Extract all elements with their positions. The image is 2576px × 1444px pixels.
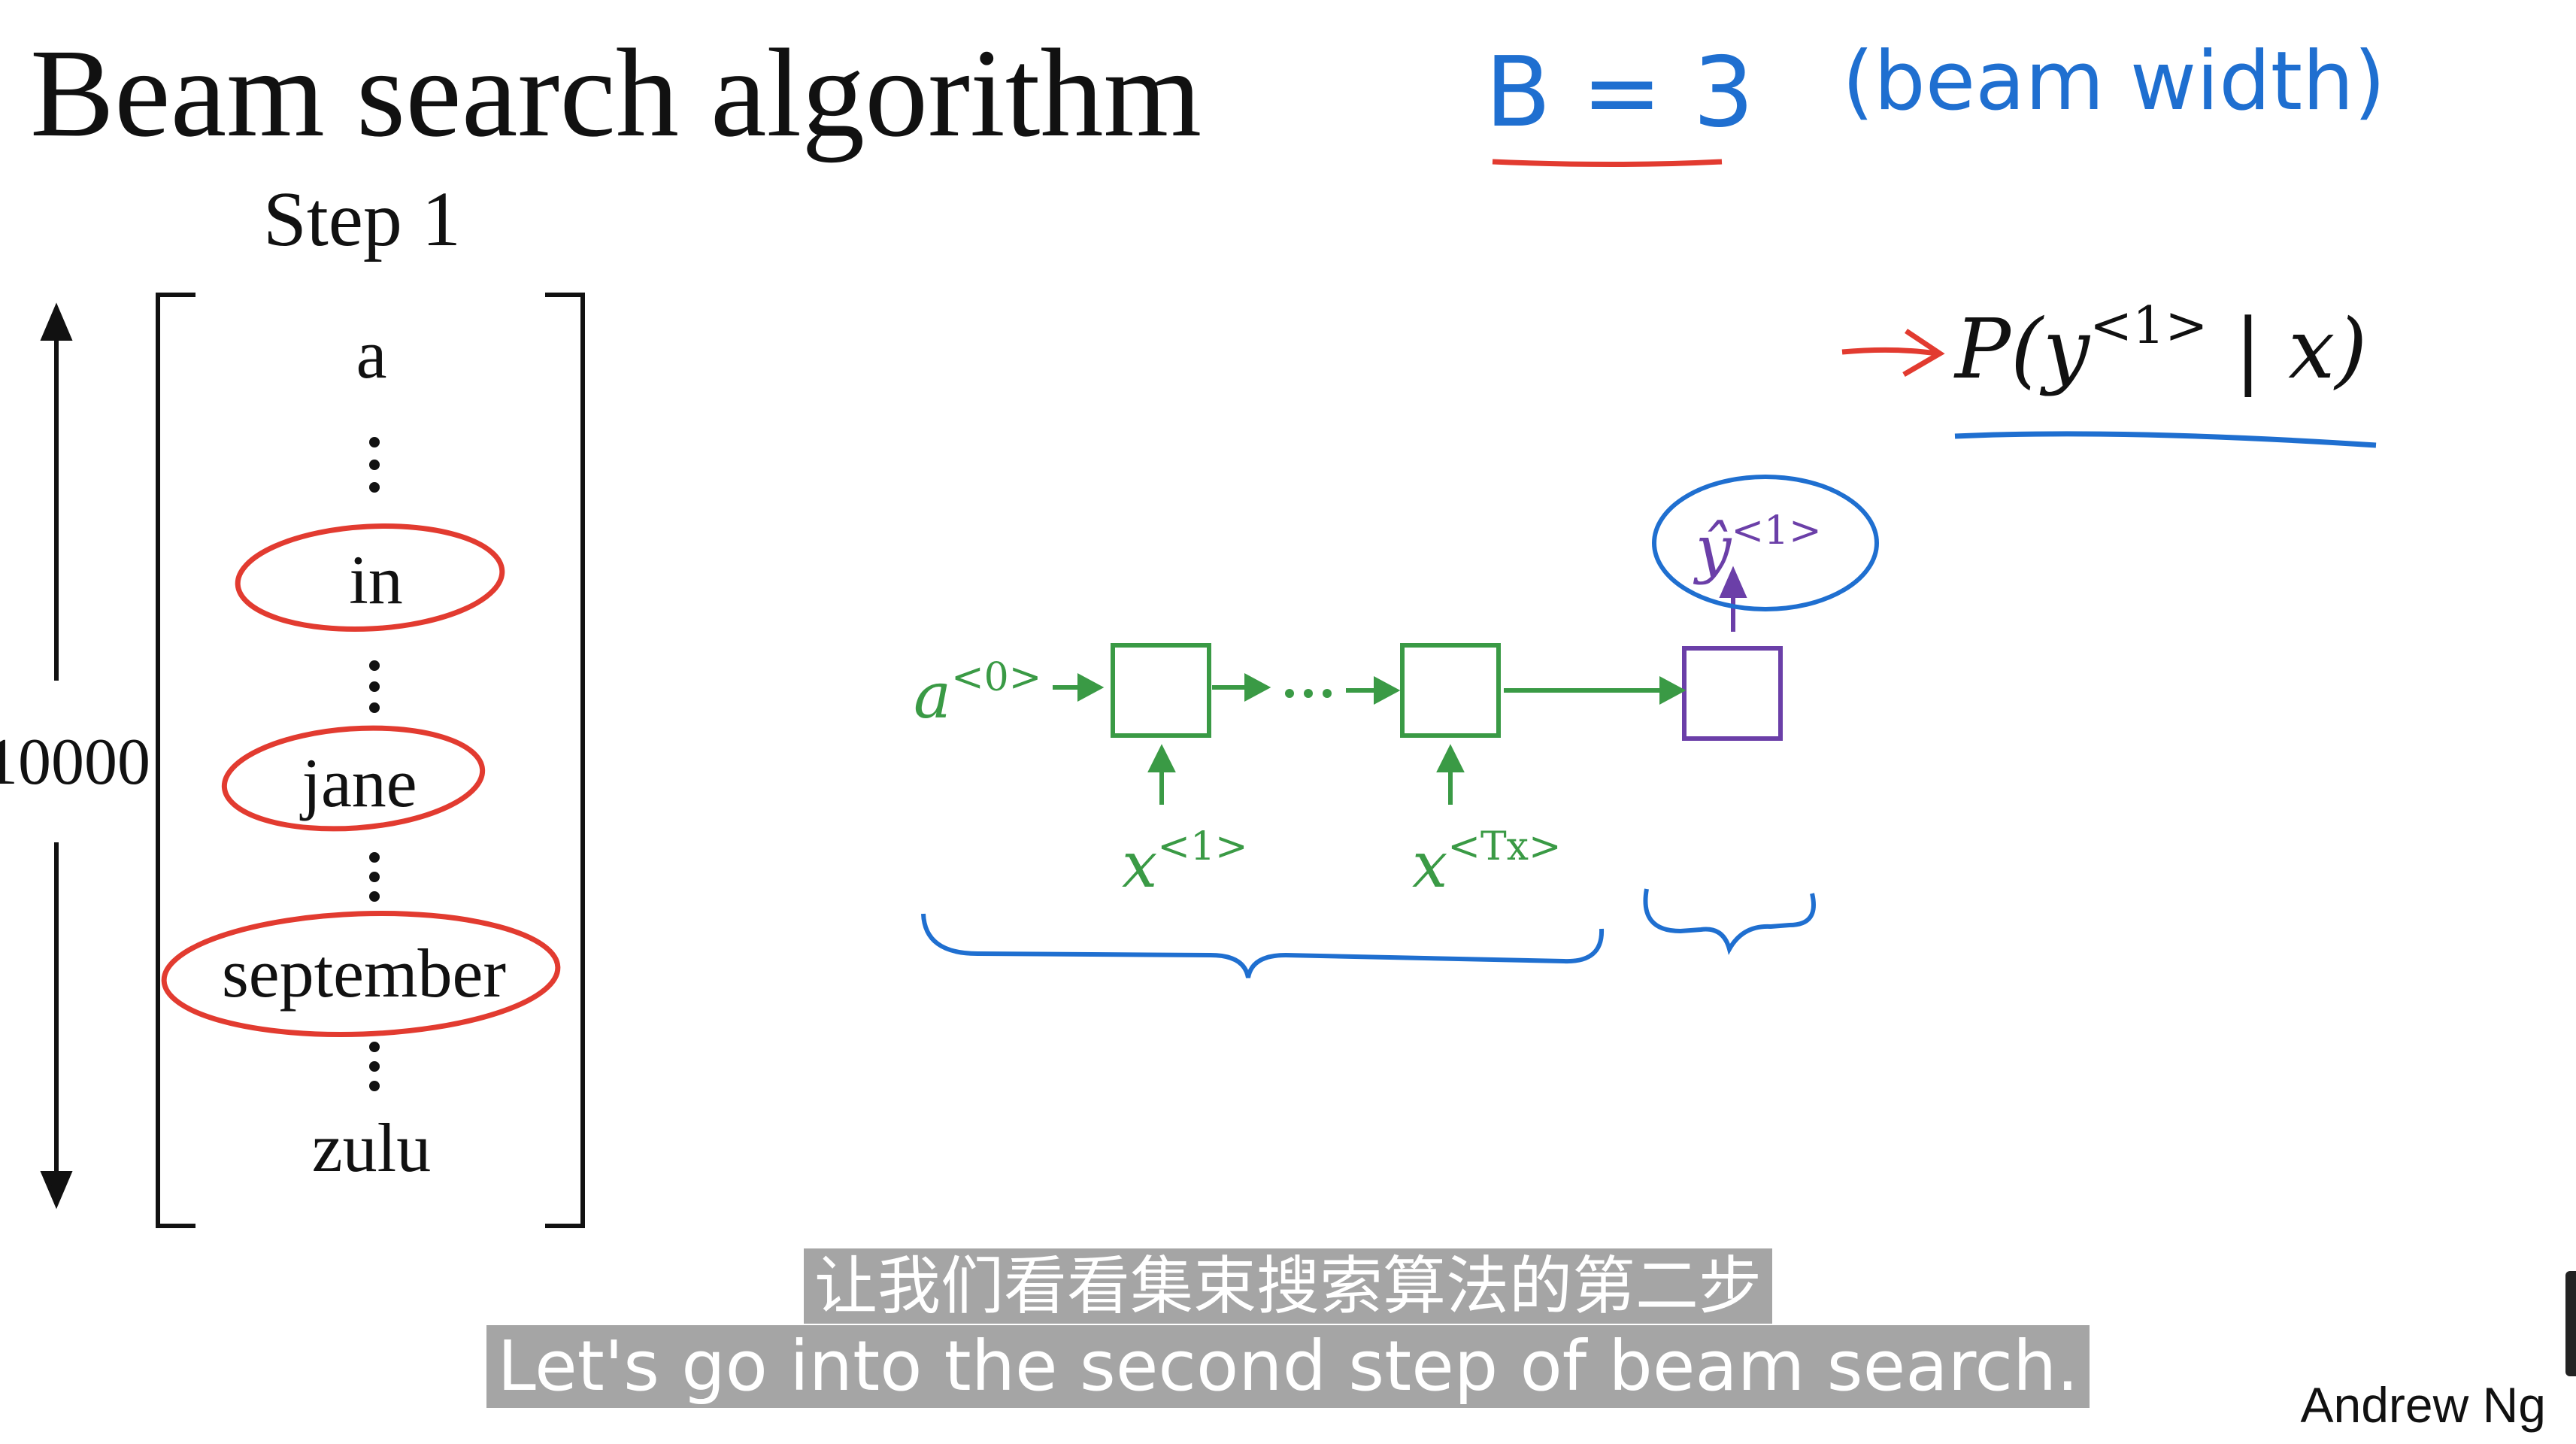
- vocab-word-zulu: zulu: [311, 1109, 432, 1186]
- probability-expression: P(y<1> | x): [1955, 301, 2367, 391]
- vocab-word-jane: jane: [302, 745, 417, 821]
- decoder-cell: [1682, 646, 1783, 741]
- beam-width-value: B = 3: [1485, 37, 1754, 149]
- beam-width-note: (beam width): [1842, 35, 2386, 129]
- output-label: ŷ<1>: [1696, 508, 1822, 586]
- input-first-label: x<1>: [1122, 824, 1248, 902]
- probability-superscript: <1>: [2090, 296, 2208, 356]
- subtitle-zh: 让我们看看集束搜索算法的第二步: [803, 1248, 1772, 1324]
- rnn-arrows: [1053, 672, 1687, 805]
- input-last-label: x<Tx>: [1412, 824, 1562, 902]
- vocab-size-label: 10000: [0, 730, 150, 796]
- slide-title: Beam search algorithm: [30, 23, 1202, 163]
- vocab-word-september: september: [221, 935, 507, 1012]
- probability-arrow: [1841, 329, 1945, 378]
- subtitle-en: Let's go into the second step of beam se…: [486, 1325, 2090, 1408]
- subtitle-area: 让我们看看集束搜索算法的第二步 Let's go into the second…: [0, 1248, 2576, 1408]
- author-credit: Andrew Ng: [2300, 1377, 2547, 1433]
- decoder-brace: [1643, 888, 1816, 955]
- probability-prefix: P(y: [1955, 301, 2090, 397]
- probability-underline: [1954, 431, 2377, 448]
- video-control-edge[interactable]: [2565, 1271, 2576, 1376]
- initial-state-label: a<0>: [914, 655, 1042, 733]
- step-label: Step 1: [263, 176, 461, 262]
- encoder-brace: [921, 913, 1605, 978]
- probability-suffix: | x): [2208, 301, 2368, 397]
- vocab-word-in: in: [349, 542, 403, 618]
- beam-underline: [1492, 159, 1723, 167]
- vocab-word-a: a: [356, 316, 387, 393]
- rnn-ellipsis: [1285, 689, 1332, 698]
